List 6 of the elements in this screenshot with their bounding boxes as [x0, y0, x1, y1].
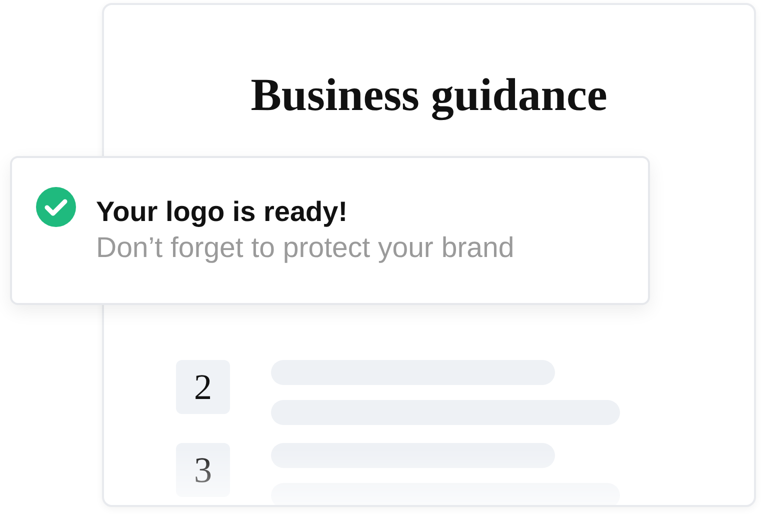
- toast-message: Don’t forget to protect your brand: [96, 231, 514, 266]
- step-number: 2: [176, 360, 230, 414]
- card-title: Business guidance: [250, 68, 608, 122]
- toast-title: Your logo is ready!: [96, 194, 349, 229]
- step-number: 3: [176, 443, 230, 498]
- check-circle-icon: [36, 186, 76, 226]
